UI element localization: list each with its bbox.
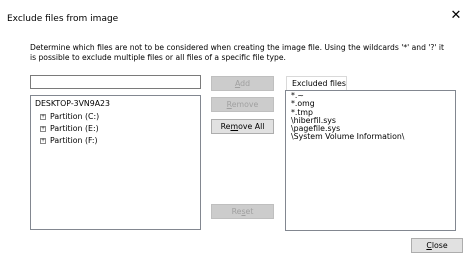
exclude-pattern-input[interactable] [30, 75, 201, 89]
description-text: Determine which files are not to be cons… [30, 43, 445, 62]
expand-icon[interactable]: + [40, 137, 46, 144]
tree-item-label: Partition (E:) [50, 124, 99, 133]
tree-item-label: Partition (C:) [50, 112, 100, 121]
tree-item-label: Partition (F:) [50, 136, 98, 145]
expand-icon[interactable]: + [40, 125, 46, 132]
close-button[interactable]: Close [411, 238, 463, 253]
close-icon[interactable]: ✕ [448, 8, 464, 24]
tree-root-computer[interactable]: DESKTOP-3VN9A23 [35, 99, 110, 109]
tab-excluded-files[interactable]: Excluded files [286, 76, 347, 91]
remove-all-button[interactable]: Remove All [211, 119, 274, 134]
remove-button[interactable]: Remove [211, 97, 274, 112]
add-button[interactable]: Add [211, 76, 274, 91]
window-title: Exclude files from image [7, 14, 119, 24]
expand-icon[interactable]: + [40, 113, 46, 120]
tree-item-partition-f[interactable]: + Partition (F:) [40, 135, 98, 146]
tree-item-partition-c[interactable]: + Partition (C:) [40, 111, 99, 122]
excluded-files-list[interactable]: *.~ *.omg *.tmp \hiberfil.sys \pagefile.… [285, 90, 456, 231]
title-bar: Exclude files from image ✕ [0, 0, 467, 30]
list-item[interactable]: \System Volume Information\ [291, 133, 404, 142]
reset-button[interactable]: Reset [211, 204, 274, 219]
drive-tree[interactable]: DESKTOP-3VN9A23 + Partition (C:) + Parti… [30, 95, 201, 230]
excluded-items: *.~ *.omg *.tmp \hiberfil.sys \pagefile.… [291, 91, 404, 142]
tree-item-partition-e[interactable]: + Partition (E:) [40, 123, 99, 134]
